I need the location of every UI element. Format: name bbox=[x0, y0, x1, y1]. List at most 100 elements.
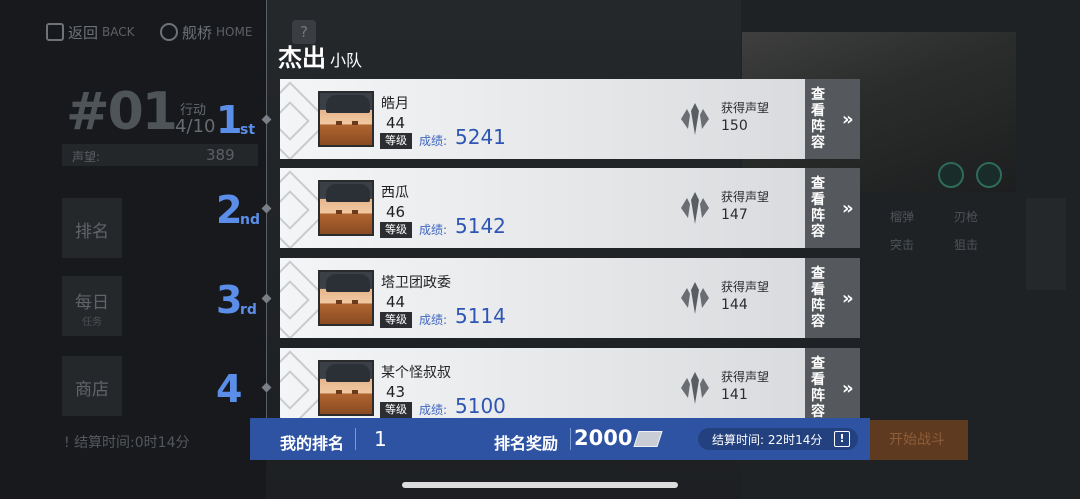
bg-prestige-label: 声望: bbox=[72, 150, 101, 164]
player-level: 43 bbox=[386, 383, 406, 401]
level-tag: 等级 bbox=[380, 133, 412, 149]
bg-skill-grenade: 榴弹 bbox=[890, 210, 915, 224]
home-button[interactable]: 舰桥 HOME bbox=[160, 20, 252, 44]
player-avatar[interactable] bbox=[318, 91, 374, 147]
title-sub: 小队 bbox=[330, 51, 363, 70]
home-icon bbox=[160, 23, 178, 41]
score-value: 5114 bbox=[455, 304, 506, 328]
bg-badge-icon bbox=[976, 162, 1002, 188]
settle-time-text: 结算时间: 22时14分 bbox=[712, 433, 823, 447]
ranking-row: 塔卫团政委 44 等级 成绩: 5114 获得声望 144 查看阵容 » bbox=[280, 258, 860, 338]
bg-left-panel bbox=[0, 0, 266, 499]
back-label: 返回 bbox=[68, 23, 99, 42]
place-3: 3 rd bbox=[208, 278, 264, 326]
player-level: 46 bbox=[386, 203, 406, 221]
view-lineup-button[interactable]: 查看阵容 » bbox=[805, 168, 860, 248]
bg-badge-icon bbox=[938, 162, 964, 188]
chevron-right-icon: » bbox=[842, 108, 854, 130]
back-icon bbox=[46, 23, 64, 41]
bg-tab-ranking[interactable]: 排名 bbox=[62, 198, 122, 258]
bg-skill-blade: 刃枪 bbox=[954, 210, 979, 224]
my-rank-label: 我的排名 bbox=[280, 434, 345, 453]
player-avatar[interactable] bbox=[318, 180, 374, 236]
view-lineup-label: 查看阵容 bbox=[811, 266, 825, 330]
view-lineup-label: 查看阵容 bbox=[811, 176, 825, 240]
score-value: 5241 bbox=[455, 125, 506, 149]
reputation-label: 获得声望 bbox=[721, 101, 770, 115]
rank-reward-value: 2000 bbox=[574, 426, 633, 450]
score-label: 成绩: bbox=[419, 403, 448, 417]
bg-tab-label: 商店 bbox=[75, 380, 109, 400]
reputation-value: 150 bbox=[721, 118, 748, 134]
player-level: 44 bbox=[386, 114, 406, 132]
view-lineup-button[interactable]: 查看阵容 » bbox=[805, 258, 860, 338]
reputation-label: 获得声望 bbox=[721, 370, 770, 384]
level-tag: 等级 bbox=[380, 402, 412, 418]
prestige-icon bbox=[681, 282, 709, 314]
level-tag: 等级 bbox=[380, 222, 412, 238]
bg-start-battle-button: 开始战斗 bbox=[866, 420, 968, 460]
chevron-right-icon: » bbox=[842, 287, 854, 309]
reputation-label: 获得声望 bbox=[721, 280, 770, 294]
place-number: 2 bbox=[216, 188, 243, 232]
reputation-value: 144 bbox=[721, 297, 748, 313]
rank-reward-label: 排名奖励 bbox=[494, 434, 559, 453]
divider bbox=[355, 428, 356, 450]
divider bbox=[570, 428, 571, 450]
ranking-row: 西瓜 46 等级 成绩: 5142 获得声望 147 查看阵容 » bbox=[280, 168, 860, 248]
bg-tab-daily[interactable]: 每日 任务 bbox=[62, 276, 122, 336]
player-name: 皓月 bbox=[381, 96, 409, 112]
settle-time-pill: 结算时间: 22时14分 ! bbox=[698, 428, 858, 450]
view-lineup-button[interactable]: 查看阵容 » bbox=[805, 79, 860, 159]
place-number: 1 bbox=[216, 98, 243, 142]
prestige-icon bbox=[681, 103, 709, 135]
place-4: 4 bbox=[208, 367, 264, 415]
player-level: 44 bbox=[386, 293, 406, 311]
place-1: 1 st bbox=[208, 98, 264, 146]
place-suffix: nd bbox=[240, 212, 260, 228]
bg-tab-label: 排名 bbox=[75, 222, 109, 242]
panel-title: 杰出 小队 bbox=[278, 38, 362, 73]
home-label-en: HOME bbox=[216, 25, 253, 39]
place-number: 3 bbox=[216, 278, 243, 322]
reputation-value: 147 bbox=[721, 207, 748, 223]
view-lineup-button[interactable]: 查看阵容 » bbox=[805, 348, 860, 428]
title-main: 杰出 bbox=[278, 44, 326, 72]
place-2: 2 nd bbox=[208, 188, 264, 236]
bg-settle-text: ! 结算时间:0时14分 bbox=[64, 435, 190, 451]
chevron-right-icon: » bbox=[842, 377, 854, 399]
level-tag: 等级 bbox=[380, 312, 412, 328]
view-lineup-label: 查看阵容 bbox=[811, 356, 825, 420]
ranking-row: 皓月 44 等级 成绩: 5241 获得声望 150 查看阵容 » bbox=[280, 79, 860, 159]
warning-icon[interactable]: ! bbox=[834, 431, 850, 447]
view-lineup-label: 查看阵容 bbox=[811, 87, 825, 151]
player-avatar[interactable] bbox=[318, 360, 374, 416]
player-avatar[interactable] bbox=[318, 270, 374, 326]
player-name: 西瓜 bbox=[381, 185, 409, 201]
score-value: 5100 bbox=[455, 394, 506, 418]
home-label: 舰桥 bbox=[182, 23, 213, 42]
back-label-en: BACK bbox=[102, 25, 135, 39]
place-number: 4 bbox=[216, 367, 243, 411]
home-indicator[interactable] bbox=[402, 482, 678, 488]
reputation-value: 141 bbox=[721, 387, 748, 403]
player-name: 某个怪叔叔 bbox=[381, 365, 451, 381]
score-label: 成绩: bbox=[419, 313, 448, 327]
ticket-icon bbox=[633, 431, 663, 447]
bg-rank-number: #01 bbox=[66, 82, 178, 142]
score-label: 成绩: bbox=[419, 223, 448, 237]
place-suffix: st bbox=[240, 122, 256, 138]
my-rank-value: 1 bbox=[374, 427, 387, 451]
score-value: 5142 bbox=[455, 214, 506, 238]
player-name: 塔卫团政委 bbox=[381, 275, 451, 291]
back-button[interactable]: 返回 BACK bbox=[46, 20, 135, 44]
ranking-row: 某个怪叔叔 43 等级 成绩: 5100 获得声望 141 查看阵容 » bbox=[280, 348, 860, 428]
score-label: 成绩: bbox=[419, 134, 448, 148]
bg-tab-shop[interactable]: 商店 bbox=[62, 356, 122, 416]
prestige-icon bbox=[681, 192, 709, 224]
prestige-icon bbox=[681, 372, 709, 404]
bg-skill-assault: 突击 bbox=[890, 238, 915, 252]
place-suffix: rd bbox=[240, 302, 257, 318]
bg-tab-sub: 任务 bbox=[82, 317, 102, 328]
chevron-right-icon: » bbox=[842, 197, 854, 219]
